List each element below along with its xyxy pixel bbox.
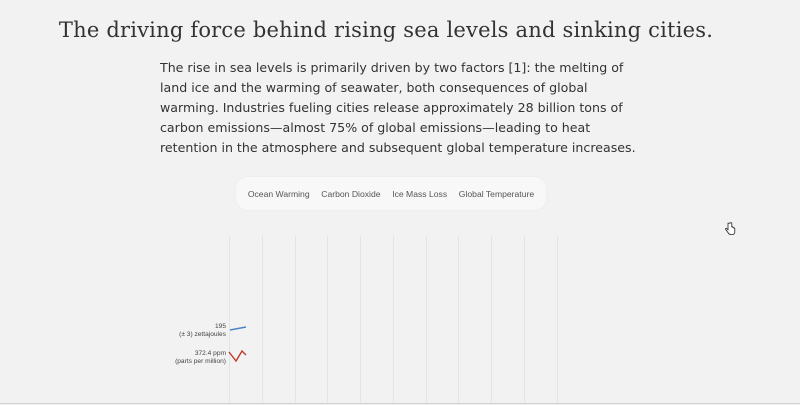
co2-line	[228, 349, 247, 363]
chart-area: 195 (± 3) zettajoules 372.4 ppm (parts p…	[0, 236, 800, 404]
intro-paragraph: The rise in sea levels is primarily driv…	[160, 60, 636, 155]
tab-global-temperature[interactable]: Global Temperature	[459, 189, 534, 199]
bottom-divider	[0, 403, 800, 404]
tab-ice-mass-loss[interactable]: Ice Mass Loss	[392, 189, 447, 199]
series-lines	[228, 326, 247, 363]
ocean-heat-line	[229, 326, 247, 331]
tab-ocean-warming[interactable]: Ocean Warming	[248, 189, 310, 199]
chart-tab-bar: Ocean Warming Carbon Dioxide Ice Mass Lo…	[236, 177, 546, 210]
page-title: The driving force behind rising sea leve…	[58, 18, 714, 42]
tab-carbon-dioxide[interactable]: Carbon Dioxide	[321, 189, 380, 199]
hand-pointer-icon	[725, 222, 736, 235]
